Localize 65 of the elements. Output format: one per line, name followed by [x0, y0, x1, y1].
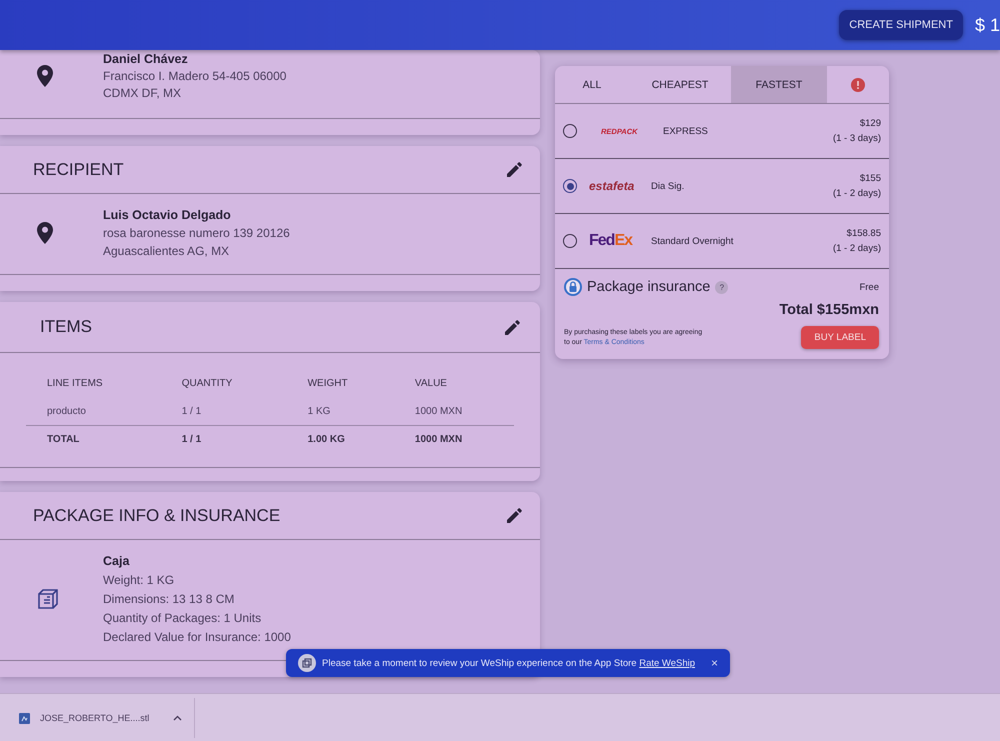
download-filename: JOSE_ROBERTO_HE....stl	[40, 713, 150, 723]
help-badge[interactable]: ?	[715, 280, 728, 294]
card-title: PACKAGE INFO & INSURANCE	[33, 506, 280, 526]
column-header: LINE ITEMS	[46, 377, 104, 391]
insurance-price: Free	[859, 282, 879, 292]
detail-line: Aguascalientes AG, MX	[103, 244, 230, 258]
carrier-logo: FedEx	[589, 232, 634, 250]
table-cell: 1000 MXN	[394, 398, 514, 426]
detail-line: Declared Value for Insurance: 1000	[103, 630, 291, 644]
contact-name: Daniel Chávez	[103, 52, 189, 66]
filter-tab[interactable]: CHEAPEST	[629, 66, 731, 103]
edit-pencil-icon[interactable]	[507, 162, 522, 177]
alert-icon	[851, 78, 865, 92]
carrier-logo: estafeta	[589, 179, 636, 193]
location-pin-icon	[37, 222, 53, 244]
column-header: VALUE	[414, 377, 448, 391]
rate-radio[interactable]	[563, 124, 577, 138]
contact-name: Luis Octavio Delgado	[103, 208, 232, 222]
service-name: Standard Overnight	[651, 236, 734, 246]
delivery-time: (1 - 3 days)	[832, 133, 881, 144]
delivery-time: (1 - 2 days)	[832, 243, 881, 254]
filter-tab[interactable]: ALL	[555, 66, 629, 103]
table-cell: producto	[26, 398, 161, 426]
rate-price: $155	[860, 173, 881, 184]
insurance-label: Package insurance	[587, 279, 710, 295]
rate-radio[interactable]	[563, 234, 577, 248]
service-name: EXPRESS	[663, 126, 709, 136]
total-cell: 1 / 1	[160, 426, 287, 453]
contact-name: Caja	[103, 554, 130, 568]
detail-line: Quantity of Packages: 1 Units	[103, 611, 262, 625]
lock-icon	[564, 278, 582, 296]
edit-pencil-icon[interactable]	[507, 508, 522, 523]
table-cell: 1 KG	[286, 398, 394, 426]
detail-line: Francisco I. Madero 54-405 06000	[103, 69, 286, 83]
detail-line: CDMX DF, MX	[103, 86, 182, 100]
column-header: QUANTITY	[180, 377, 234, 391]
rate-price: $129	[860, 118, 881, 129]
total-cell: 1.00 KG	[286, 426, 394, 453]
filter-tab[interactable]: FASTEST	[731, 66, 827, 103]
service-name: Dia Sig.	[651, 180, 686, 192]
total-price: Total $155mxn	[778, 302, 879, 318]
rate-link[interactable]: Rate WeShip	[639, 658, 696, 668]
rate-radio[interactable]	[563, 179, 577, 193]
caret-icon[interactable]	[173, 715, 182, 721]
card-title: ITEMS	[40, 317, 92, 337]
edit-pencil-icon[interactable]	[505, 320, 520, 334]
create-shipment-button[interactable]: CREATE SHIPMENT	[839, 10, 963, 40]
location-pin-icon	[37, 65, 53, 87]
box-icon	[37, 588, 59, 610]
review-message: Please take a moment to review your WeShip experience on the App Store Rate WeShip	[322, 658, 696, 668]
total-cell: TOTAL	[26, 426, 161, 453]
buy-label-button[interactable]: BUY LABEL	[801, 326, 879, 349]
file-icon	[19, 712, 30, 724]
delivery-time: (1 - 2 days)	[832, 188, 881, 199]
column-header: WEIGHT	[306, 377, 349, 391]
total-cell: 1000 MXN	[394, 426, 514, 453]
rate-price: $158.85	[846, 228, 881, 239]
detail-line: Dimensions: 13 13 8 CM	[103, 592, 236, 606]
app-icon	[298, 654, 316, 672]
detail-line: rosa baronesse numero 139 20126	[103, 226, 290, 240]
detail-line: Weight: 1 KG	[103, 573, 176, 587]
close-button[interactable]: ×	[711, 656, 718, 670]
balance-amount: $ 1	[974, 14, 1000, 36]
table-cell: 1 / 1	[160, 398, 287, 426]
card-title: RECIPIENT	[33, 160, 124, 180]
